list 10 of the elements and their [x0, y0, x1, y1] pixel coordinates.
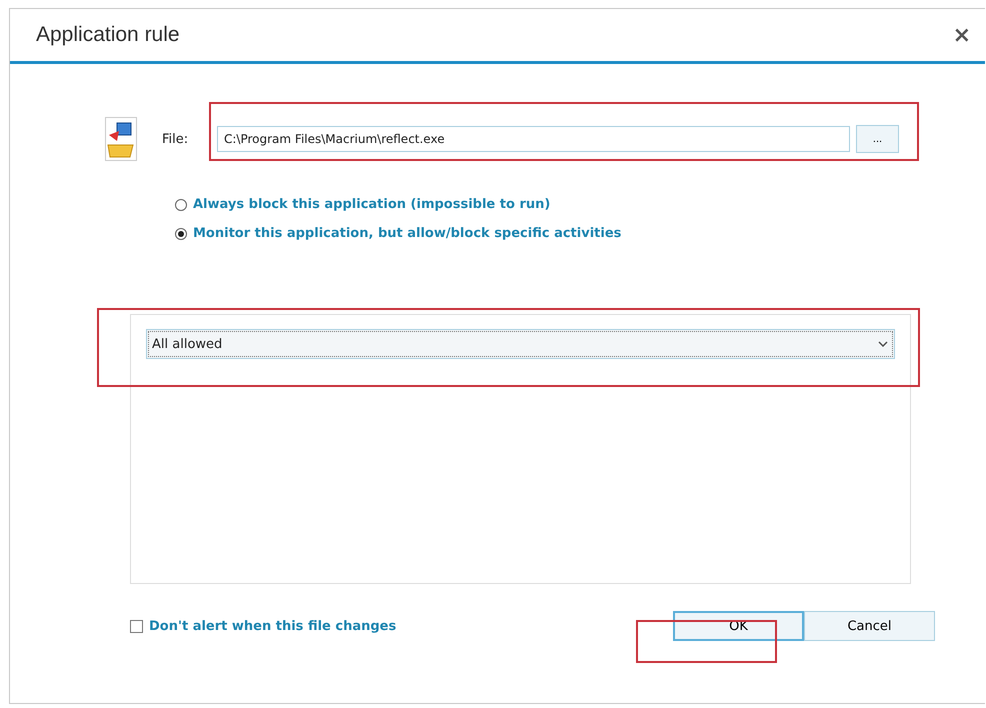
cancel-button[interactable]: Cancel	[804, 611, 935, 641]
browse-button[interactable]: ...	[856, 125, 899, 153]
window-title: Application rule	[36, 23, 180, 47]
file-path-field[interactable]: C:\Program Files\Macrium\reflect.exe	[217, 126, 850, 152]
checkbox-label[interactable]: Don't alert when this file changes	[149, 618, 396, 634]
file-label: File:	[162, 132, 190, 146]
radio-label[interactable]: Monitor this application, but allow/block specific activities	[193, 226, 622, 241]
activity-dropdown[interactable]: All allowed	[146, 329, 895, 359]
radio-label[interactable]: Always block this application (impossible to run)	[193, 197, 550, 212]
close-button[interactable]: ×	[948, 22, 975, 48]
